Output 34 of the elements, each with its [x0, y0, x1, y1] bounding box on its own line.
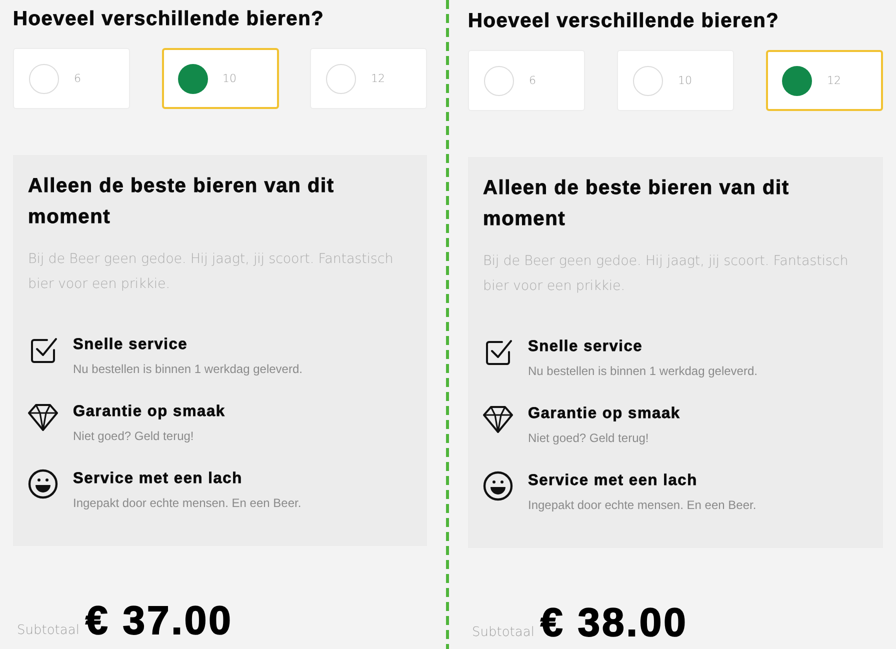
feature-description: Ingepakt door echte mensen. En een Beer. — [528, 497, 756, 513]
count-option[interactable]: 6 — [13, 48, 130, 109]
checkbox-icon — [28, 335, 58, 365]
smiley-icon — [483, 471, 513, 501]
smiley-icon — [28, 469, 58, 499]
subtotal-label: Subtotaal — [17, 623, 80, 638]
feature-title: Garantie op smaak — [528, 404, 680, 424]
checkbox-icon — [483, 337, 513, 367]
count-option[interactable]: 12 — [766, 50, 883, 111]
question-heading: Hoeveel verschillende bieren? — [468, 9, 780, 33]
feature-description: Ingepakt door echte mensen. En een Beer. — [73, 495, 302, 511]
question-heading: Hoeveel verschillende bieren? — [13, 7, 324, 31]
count-option[interactable]: 6 — [468, 50, 585, 111]
info-heading: Alleen de beste bieren van dit moment — [483, 176, 790, 232]
feature-description: Nu bestellen is binnen 1 werkdag geleverd. — [528, 363, 758, 379]
subtotal-amount: € 38.00 — [540, 601, 688, 645]
feature-title: Service met een lach — [73, 469, 242, 489]
count-option[interactable]: 10 — [162, 48, 278, 109]
feature-description: Nu bestellen is binnen 1 werkdag geleverd. — [73, 361, 302, 377]
subtotal-label: Subtotaal — [472, 625, 534, 640]
diamond-icon — [483, 404, 513, 434]
feature-description: Niet goed? Geld terug! — [73, 428, 194, 444]
feature-title: Garantie op smaak — [73, 402, 226, 422]
feature-title: Snelle service — [73, 335, 188, 355]
info-text: Bij de Beer geen gedoe. Hij jaagt, jij scoort. Fantastisch bier voor een prikkie. — [28, 250, 394, 294]
subtotal-amount: € 37.00 — [85, 599, 233, 643]
feature-description: Niet goed? Geld terug! — [528, 430, 649, 446]
feature-title: Service met een lach — [528, 471, 698, 491]
info-heading: Alleen de beste bieren van dit moment — [28, 174, 336, 230]
diamond-icon — [28, 402, 58, 432]
feature-title: Snelle service — [528, 337, 643, 357]
count-option[interactable]: 10 — [617, 50, 734, 111]
count-option[interactable]: 12 — [310, 48, 427, 109]
info-text: Bij de Beer geen gedoe. Hij jaagt, jij scoort. Fantastisch bier voor een prikkie. — [483, 252, 850, 296]
